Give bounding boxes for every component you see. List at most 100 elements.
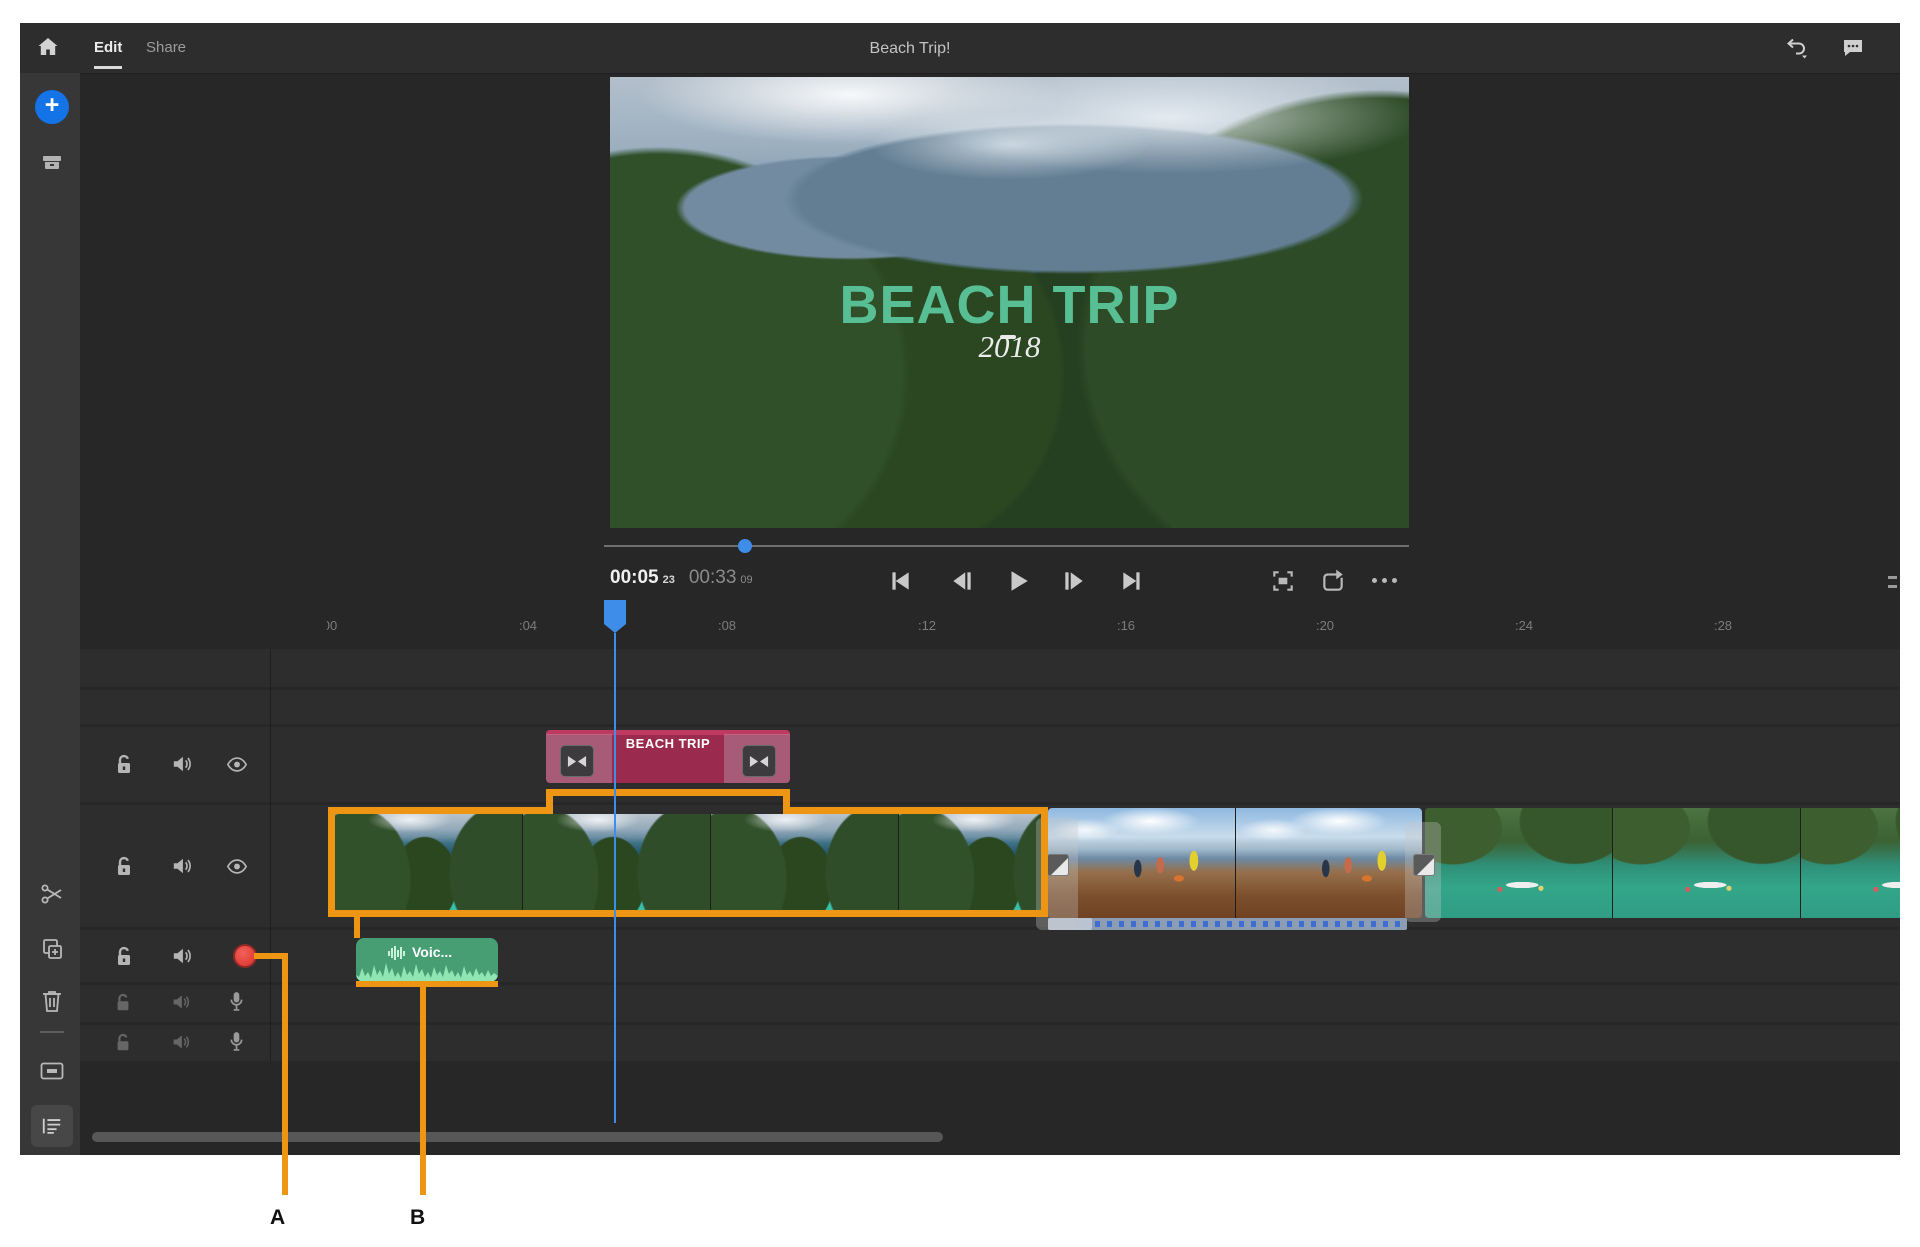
preview-overlay-subtitle: 2018 [610,329,1409,365]
clip-thumbnail [1425,808,1613,918]
more-icon[interactable] [1372,578,1397,583]
video-clip-1[interactable] [335,814,1041,910]
microphone-icon[interactable] [229,991,244,1012]
playhead-point [604,624,626,633]
media-browser-icon[interactable] [40,150,64,174]
annotation-label-a: A [270,1206,300,1230]
delete-icon[interactable] [40,989,64,1013]
clip-thumbnail [523,814,711,910]
track-panel-divider [270,649,271,1061]
home-icon[interactable] [36,35,60,59]
add-media-button[interactable]: + [35,90,69,124]
lock-open-icon[interactable] [114,754,134,776]
ruler-tick: :16 [1106,618,1146,633]
lock-open-icon[interactable] [114,856,134,878]
speaker-icon[interactable] [171,754,193,774]
voiceover-track-row [80,930,1900,982]
timecode-total-frames: 09 [740,574,752,586]
clip-thumbnail [1801,808,1900,918]
speaker-icon[interactable] [171,993,191,1011]
annotation-label-b: B [410,1206,440,1230]
clip-thumbnail [335,814,523,910]
preview-scrubber-track[interactable] [604,545,1409,547]
step-back-icon[interactable] [949,568,975,594]
mic-track-row-1 [80,985,1900,1022]
feedback-icon[interactable] [1841,35,1865,59]
transition-diagonal-icon[interactable] [1047,854,1069,876]
ruler-tick: :12 [907,618,947,633]
selection-border [328,807,335,917]
clip-thumbnail [899,814,1041,910]
transition-bowtie-icon[interactable] [742,745,776,777]
ruler-tick: :20 [1305,618,1345,633]
lock-open-icon[interactable] [114,946,134,968]
clip-audio-waveform [1095,921,1403,927]
ruler[interactable]: 00 :04 :08 :12 :16 :20 :24 :28 [270,618,1900,638]
waveform-icon [388,946,408,960]
lock-open-icon[interactable] [114,1033,132,1053]
playhead-handle[interactable] [604,600,626,624]
title-track-row [80,727,1900,802]
playhead-line [614,633,616,1123]
play-icon[interactable] [1005,568,1031,594]
video-clip-3[interactable] [1425,808,1900,918]
selection-border [786,807,1048,814]
loop-icon[interactable] [1320,568,1346,594]
duplicate-icon[interactable] [40,937,64,961]
empty-track-row [80,649,1900,687]
next-icon[interactable] [1119,568,1145,594]
previous-icon[interactable] [887,568,913,594]
video-preview: BEACH TRIP 2018 [610,77,1409,528]
tab-edit-underline [94,66,122,69]
split-icon[interactable] [40,882,64,906]
ruler-tick: 00 [310,618,350,633]
timeline-scrollbar[interactable] [92,1132,943,1142]
clip-thumbnail [711,814,899,910]
video-clip-2[interactable] [1048,808,1422,918]
callout-a-line [282,953,288,1195]
timecode-total: 00:33 [689,567,737,589]
eye-icon[interactable] [226,859,248,874]
timecode: 00:05 23 00:33 09 [610,567,753,589]
clip-thumbnail [1613,808,1801,918]
selection-border [328,910,1048,917]
toolbar-divider [40,1031,64,1033]
speaker-icon[interactable] [171,856,193,876]
transition-bowtie-icon[interactable] [560,745,594,777]
mic-track-row-2 [80,1025,1900,1061]
project-title: Beach Trip! [820,40,1000,58]
callout-b-line [420,987,426,1195]
title-clip[interactable]: BEACH TRIP [546,730,790,783]
eye-icon[interactable] [226,757,248,772]
voiceover-clip[interactable]: Voic... [356,938,498,982]
timecode-current-frames: 23 [663,574,675,586]
clipped-edge-icon [1888,575,1898,591]
timecode-current: 00:05 [610,567,659,589]
selection-border-notch [546,789,790,796]
transition-diagonal-icon[interactable] [1413,854,1435,876]
selection-border-notch [783,789,790,814]
clip-thumbnail [1236,808,1422,918]
speaker-icon[interactable] [171,946,193,966]
speaker-icon[interactable] [171,1033,191,1051]
ruler-tick: :28 [1703,618,1743,633]
selection-connector [354,917,360,938]
lock-open-icon[interactable] [114,993,132,1013]
titles-icon[interactable] [40,1059,64,1083]
ruler-tick: :04 [508,618,548,633]
tab-edit[interactable]: Edit [94,39,122,56]
preview-overlay-title: BEACH TRIP [610,274,1409,336]
track-list-icon [41,1116,63,1136]
ruler-tick: :08 [707,618,747,633]
voiceover-clip-label: Voic... [412,944,452,960]
selection-border [328,807,550,814]
fullscreen-icon[interactable] [1270,568,1296,594]
undo-icon[interactable] [1785,35,1809,59]
tab-share[interactable]: Share [146,39,186,56]
callout-b-underline [356,981,498,987]
ruler-tick: :24 [1504,618,1544,633]
page: Edit Share Beach Trip! + BEACH TRIP 2018 [0,0,1920,1247]
preview-scrubber-handle[interactable] [738,539,752,553]
step-forward-icon[interactable] [1061,568,1087,594]
microphone-icon[interactable] [229,1031,244,1052]
